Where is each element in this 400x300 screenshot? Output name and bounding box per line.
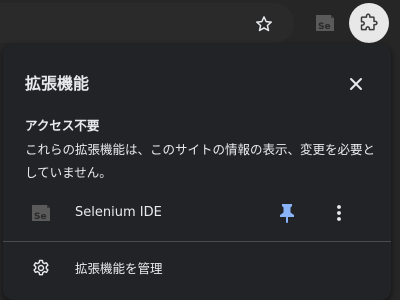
svg-text:Se: Se bbox=[318, 22, 331, 32]
popup-title: 拡張機能 bbox=[25, 74, 90, 93]
section-description: これらの拡張機能は、このサイトの情報の表示、変更を必要としていません。 bbox=[25, 142, 376, 180]
selenium-se-icon: Se bbox=[316, 15, 334, 32]
section-heading: アクセス不要 bbox=[25, 118, 100, 133]
star-outline-icon bbox=[256, 16, 272, 32]
puzzle-icon bbox=[360, 13, 378, 31]
pin-button[interactable] bbox=[274, 200, 300, 226]
browser-toolbar: Se bbox=[0, 0, 400, 46]
extension-name: Selenium IDE bbox=[75, 205, 162, 220]
close-button[interactable] bbox=[342, 70, 370, 98]
selenium-se-icon: Se bbox=[32, 205, 50, 222]
more-vert-icon bbox=[337, 205, 341, 221]
pin-icon bbox=[280, 204, 294, 223]
svg-text:Se: Se bbox=[34, 212, 47, 222]
browser-window: Se 拡張機能 アクセス不要 これらの拡張機能は、このサイトの情報の表示、変更を… bbox=[0, 0, 400, 300]
manage-extensions-label: 拡張機能を管理 bbox=[75, 261, 163, 276]
address-bar[interactable] bbox=[0, 3, 294, 43]
extensions-popup: 拡張機能 アクセス不要 これらの拡張機能は、このサイトの情報の表示、変更を必要と… bbox=[3, 44, 391, 300]
selenium-toolbar-button[interactable]: Se bbox=[314, 12, 336, 34]
manage-extensions-row[interactable]: 拡張機能を管理 bbox=[3, 254, 391, 284]
extensions-menu-button[interactable] bbox=[349, 3, 389, 43]
extension-row-selenium-ide[interactable]: Se Selenium IDE bbox=[3, 199, 391, 229]
gear-icon bbox=[33, 259, 49, 276]
close-icon bbox=[350, 78, 362, 90]
divider bbox=[3, 241, 391, 242]
more-options-button[interactable] bbox=[326, 200, 352, 226]
bookmark-star-button[interactable] bbox=[251, 11, 277, 37]
